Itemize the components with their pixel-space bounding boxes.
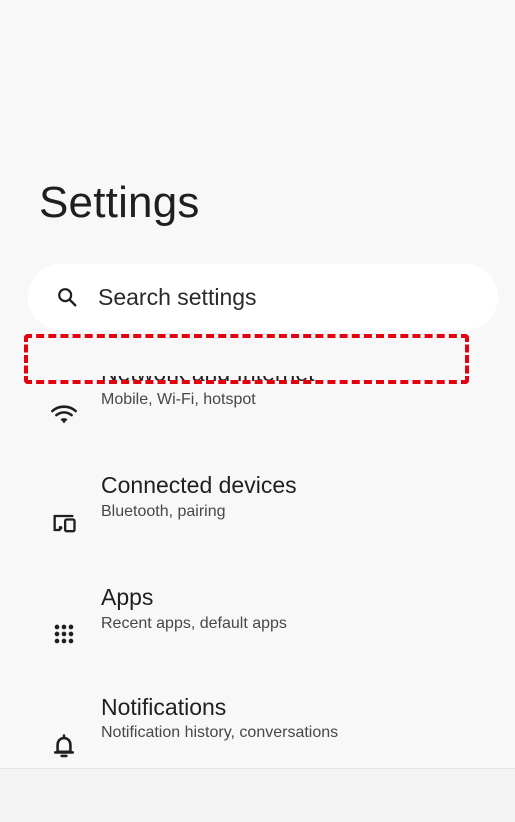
connected-devices-icon <box>50 509 78 537</box>
page-title: Settings <box>39 178 200 227</box>
list-item-apps[interactable]: Apps Recent apps, default apps <box>0 574 515 686</box>
list-item-connected-devices[interactable]: Connected devices Bluetooth, pairing <box>0 462 515 574</box>
list-item-title: Notifications <box>101 694 227 720</box>
list-item-notifications[interactable]: Notifications Notification history, conv… <box>0 686 515 768</box>
search-settings-bar[interactable]: Search settings <box>28 264 498 330</box>
list-item-subtitle: Recent apps, default apps <box>101 615 287 632</box>
list-item-subtitle: Mobile, Wi-Fi, hotspot <box>101 391 256 408</box>
search-icon <box>56 286 78 308</box>
list-item-title: Network and Internet <box>101 376 315 387</box>
list-item-network-internet[interactable]: Network and Internet Mobile, Wi-Fi, hots… <box>0 376 515 462</box>
bell-icon <box>50 732 78 760</box>
settings-list: Network and Internet Mobile, Wi-Fi, hots… <box>0 376 515 768</box>
list-item-subtitle: Bluetooth, pairing <box>101 503 226 520</box>
wifi-icon <box>50 400 78 428</box>
list-item-title: Apps <box>101 584 154 610</box>
bottom-bar <box>0 768 515 822</box>
settings-screen: Settings Search settings Network and Int… <box>0 0 515 822</box>
list-item-title: Connected devices <box>101 472 297 498</box>
apps-grid-icon <box>50 620 78 648</box>
search-placeholder: Search settings <box>98 283 257 310</box>
list-item-subtitle: Notification history, conversations <box>101 724 339 741</box>
